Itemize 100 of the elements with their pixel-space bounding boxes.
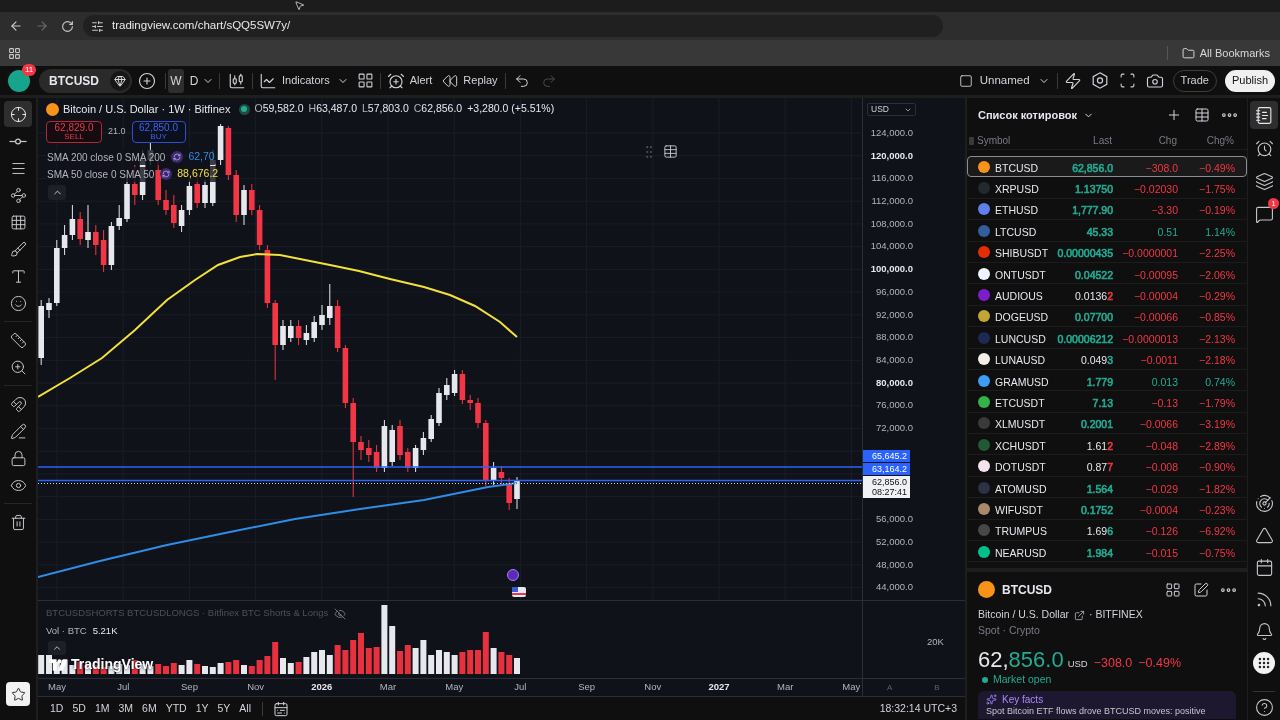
watchlist-row[interactable]: BTCUSD 62,856.0 −308.0 −0.49%	[967, 156, 1247, 178]
symbol-title[interactable]: Bitcoin / U.S. Dollar · 1W · Bitfinex	[63, 100, 231, 118]
watchlist-row[interactable]: LUNAUSD 0.0493 −0.0011 −2.18%	[967, 348, 1247, 370]
brush-icon	[9, 240, 27, 258]
reload-button[interactable]	[59, 18, 75, 34]
range-button[interactable]: 6M	[142, 700, 157, 717]
grid-icon	[1165, 581, 1181, 598]
range-button[interactable]: 5D	[72, 700, 86, 717]
range-button[interactable]: 5Y	[217, 700, 231, 717]
watchlist-row[interactable]: ATOMUSD 1.564 −0.029 −1.82%	[967, 476, 1247, 499]
price-change: −0.0000001	[1122, 247, 1178, 260]
column-header[interactable]: Chg%	[1177, 133, 1234, 148]
price-scale-label: 52,000.0	[875, 534, 913, 549]
drawing-tool-button[interactable]	[4, 101, 32, 127]
sell-button[interactable]: 62,829.0 SELL	[46, 121, 102, 143]
bookmarks-folder[interactable]: All Bookmarks	[1181, 44, 1270, 62]
watchlist-row[interactable]: XRPUSD 1.13750 −0.02030 −1.75%	[967, 177, 1247, 199]
watchlist-row[interactable]: AUDIOUS 0.01362 −0.00004 −0.29%	[967, 284, 1247, 306]
indicator-label[interactable]: SMA 50 close 0 SMA 50	[46, 166, 156, 182]
symbol-description[interactable]: Bitcoin / U.S. Dollar	[978, 607, 1070, 623]
watchlist-row[interactable]: NEARUSD 1.984 −0.015 −0.75%	[967, 541, 1247, 563]
range-button[interactable]: 3M	[118, 700, 134, 717]
watchlist-title[interactable]: Список котировок	[978, 106, 1094, 124]
marker-icon[interactable]	[507, 569, 519, 581]
lock-icon	[9, 449, 27, 467]
watchlist-row[interactable]: DOGEUSD 0.07700 −0.00066 −0.85%	[967, 305, 1247, 328]
replay-button[interactable]: Replay	[442, 72, 498, 89]
external-link-icon[interactable]	[1074, 609, 1086, 621]
publish-button[interactable]: Publish	[1224, 69, 1275, 92]
symbol-search[interactable]: BTCUSD	[39, 68, 132, 93]
edit-button[interactable]	[1193, 581, 1209, 598]
settings-button[interactable]	[1091, 72, 1108, 89]
indicator-label[interactable]: SMA 200 close 0 SMA 200	[46, 149, 167, 165]
watchlist-row[interactable]: LTCUSD 45.33 0.51 1.14%	[967, 220, 1247, 242]
plus-icon	[1166, 107, 1182, 123]
watchlist-row[interactable]: XCHUSDT 1.612 −0.048 −2.89%	[967, 434, 1247, 456]
forward-icon	[35, 19, 49, 33]
fullscreen-button[interactable]	[1118, 72, 1136, 89]
handle-icon[interactable]	[969, 136, 974, 145]
column-header[interactable]: Chg	[1112, 133, 1177, 148]
interval-tab[interactable]: W	[168, 68, 184, 93]
interval-tab[interactable]: D	[186, 68, 202, 93]
range-button[interactable]: YTD	[165, 700, 187, 717]
watchlist-row[interactable]: TRUMPUS 1.696 −0.126 −6.92%	[967, 519, 1247, 542]
layout-grid-button[interactable]	[1165, 581, 1181, 598]
column-header[interactable]: Symbol	[977, 133, 1051, 148]
calendar-icon	[273, 700, 289, 717]
watchlist-row[interactable]: ETHUSD 1,777.90 −3.30 −0.19%	[967, 198, 1247, 221]
favorites-button[interactable]	[6, 682, 30, 706]
range-button[interactable]: 1D	[50, 700, 64, 717]
price-scale-label: 76,000.0	[875, 398, 913, 413]
watchlist-row[interactable]: LUNCUSD 0.00006212 −0.0000013 −2.13%	[967, 327, 1247, 349]
indicators-button[interactable]: Indicators	[259, 71, 330, 90]
clock-text[interactable]: 18:32:14 UTC+3	[879, 700, 957, 717]
range-button[interactable]: 1M	[94, 700, 110, 717]
templates-button[interactable]	[356, 72, 374, 89]
column-header[interactable]: Last	[1051, 133, 1112, 148]
range-button[interactable]: All	[239, 700, 251, 717]
percent-change: −0.90%	[1199, 461, 1235, 474]
flag-icon[interactable]	[512, 587, 526, 597]
camera-icon	[1145, 71, 1164, 90]
watchlist-row[interactable]: ONTUSDT 0.04522 −0.00095 −2.06%	[967, 262, 1247, 285]
columns-button[interactable]	[1194, 107, 1210, 123]
time-scale-label: Sep	[181, 680, 198, 695]
add-symbol-button[interactable]	[1166, 107, 1182, 123]
ohlc-value: O59,582.0	[254, 101, 304, 117]
watchlist-row[interactable]: GRAMUSD 1.779 0.013 0.74%	[967, 369, 1247, 392]
alert-button[interactable]: Alert	[386, 71, 433, 90]
undo-button[interactable]	[513, 72, 530, 89]
price-scale-label: 96,000.0	[875, 284, 913, 299]
date-range-button[interactable]	[273, 700, 289, 717]
apps-button[interactable]	[8, 46, 21, 60]
compare-button[interactable]	[138, 71, 156, 90]
symbol-name: DOTUSDT	[995, 461, 1046, 474]
key-facts-card[interactable]: Key facts Spot Bitcoin ETF flows drove BTCUSD moves: positive	[978, 691, 1236, 719]
magnet-icon	[9, 395, 27, 413]
watchlist-row[interactable]: SHIBUSDT 0.00000435 −0.0000001 −2.25%	[967, 241, 1247, 263]
ohlc-value: C62,856.0	[413, 101, 463, 117]
buy-button[interactable]: 62,850.0 BUY	[131, 121, 186, 143]
price-change: −0.0066	[1139, 418, 1178, 431]
currency-dropdown[interactable]: USD	[867, 103, 916, 116]
quick-search-button[interactable]	[1063, 71, 1082, 90]
chart-type-button[interactable]	[228, 71, 246, 90]
watchlist-row[interactable]: ETCUSDT 7.13 −0.13 −1.79%	[967, 391, 1247, 413]
range-button[interactable]: 1Y	[195, 700, 209, 717]
layout-button[interactable]: Unnamed	[958, 71, 1030, 90]
address-field[interactable]: tradingview.com/chart/sQQ5SW7y/	[83, 15, 943, 37]
url-text: tradingview.com/chart/sQQ5SW7y/	[112, 18, 291, 34]
watchlist-row[interactable]: WIFUSDT 0.1752 −0.0004 −0.23%	[967, 498, 1247, 520]
symbol-name[interactable]: BTCUSD	[1002, 580, 1052, 599]
sidebar-button[interactable]	[1250, 101, 1278, 129]
watchlist-row[interactable]: XLMUSDT 0.2001 −0.0066 −3.19%	[967, 412, 1247, 435]
snapshot-button[interactable]	[1145, 71, 1164, 90]
drag-handle-icon[interactable]	[646, 146, 652, 158]
symbol-name: XCHUSDT	[995, 439, 1046, 452]
watchlist-row[interactable]: DOTUSDT 0.877 −0.008 −0.90%	[967, 455, 1247, 477]
price-change: −308.0	[1145, 161, 1178, 174]
collapse-button[interactable]	[48, 185, 66, 200]
table-icon[interactable]	[663, 144, 678, 159]
time-scale-label: May	[445, 680, 464, 695]
